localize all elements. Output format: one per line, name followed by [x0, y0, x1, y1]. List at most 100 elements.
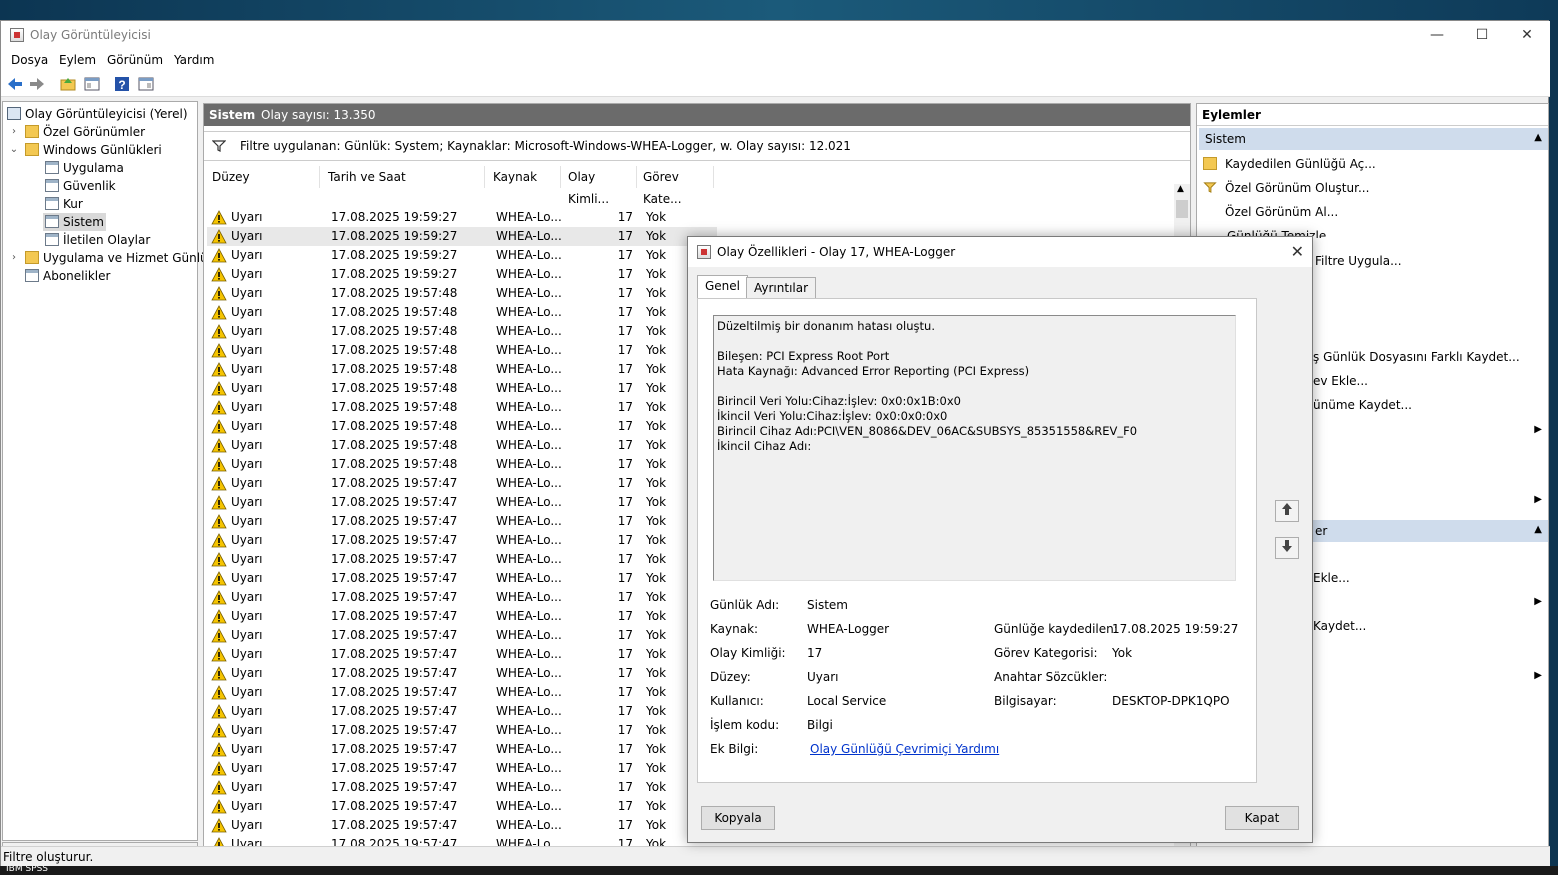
minimize-button[interactable]: — — [1415, 23, 1459, 47]
source-value: WHEA-Logger — [807, 622, 890, 636]
collapse-caret-icon[interactable]: ▲ — [1534, 132, 1542, 143]
expand-arrow-icon[interactable]: › — [9, 126, 19, 137]
table-row[interactable]: Uyarı 17.08.2025 19:57:48 WHEA-Lo... 17 Yok — [207, 360, 717, 379]
date-cell: 17.08.2025 19:57:47 — [331, 799, 458, 813]
table-row[interactable]: Uyarı 17.08.2025 19:57:48 WHEA-Lo... 17 Yok — [207, 398, 717, 417]
action-create-custom-view[interactable]: Özel Görünüm Oluştur... — [1203, 178, 1369, 198]
submenu-arrow-icon[interactable]: ▶ — [1534, 596, 1542, 607]
column-level[interactable]: Düzey — [207, 166, 320, 188]
back-arrow-icon[interactable] — [6, 75, 24, 93]
column-date-time[interactable]: Tarih ve Saat — [323, 166, 485, 188]
table-row[interactable]: Uyarı 17.08.2025 19:57:47 WHEA-Lo... 17 Yok — [207, 607, 717, 626]
collapse-caret-icon[interactable]: ▲ — [1534, 524, 1542, 535]
copy-button[interactable]: Kopyala — [701, 806, 775, 830]
tree-subscriptions[interactable]: Abonelikler — [25, 267, 110, 285]
tree-windows-logs[interactable]: Windows Günlükleri — [25, 141, 162, 159]
date-cell: 17.08.2025 19:59:27 — [331, 267, 458, 281]
table-row[interactable]: Uyarı 17.08.2025 19:57:47 WHEA-Lo... 17 Yok — [207, 740, 717, 759]
scroll-thumb[interactable] — [1176, 200, 1188, 218]
table-row[interactable]: Uyarı 17.08.2025 19:57:48 WHEA-Lo... 17 Yok — [207, 417, 717, 436]
action-save-log-as[interactable]: ş Günlük Dosyasını Farklı Kaydet... — [1313, 347, 1520, 367]
table-row[interactable]: Uyarı 17.08.2025 19:57:47 WHEA-Lo... 17 Yok — [207, 797, 717, 816]
table-row[interactable]: Uyarı 17.08.2025 19:59:27 WHEA-Lo... 17 Yok — [207, 265, 717, 284]
tree-log-application[interactable]: Uygulama — [45, 159, 124, 177]
show-hide-tree-icon[interactable] — [83, 75, 101, 93]
help-icon[interactable]: ? — [113, 75, 131, 93]
actions-section-system[interactable]: Sistem ▲ — [1199, 128, 1548, 150]
table-row[interactable]: Uyarı 17.08.2025 19:57:47 WHEA-Lo... 17 Yok — [207, 721, 717, 740]
table-row[interactable]: Uyarı 17.08.2025 19:57:47 WHEA-Lo... 17 Yok — [207, 759, 717, 778]
table-row[interactable]: Uyarı 17.08.2025 19:57:47 WHEA-Lo... 17 Yok — [207, 550, 717, 569]
source-cell: WHEA-Lo... — [496, 476, 562, 490]
table-row[interactable]: Uyarı 17.08.2025 19:57:47 WHEA-Lo... 17 Yok — [207, 531, 717, 550]
table-row[interactable]: Uyarı 17.08.2025 19:57:47 WHEA-Lo... 17 Yok — [207, 569, 717, 588]
event-description[interactable]: Düzeltilmiş bir donanım hatası oluştu. B… — [713, 315, 1236, 581]
table-row[interactable]: Uyarı 17.08.2025 19:57:48 WHEA-Lo... 17 Yok — [207, 341, 717, 360]
tree-custom-views[interactable]: Özel Görünümler — [25, 123, 145, 141]
tab-general[interactable]: Genel — [697, 275, 749, 299]
dialog-close-icon[interactable]: ✕ — [1291, 242, 1304, 261]
submenu-arrow-icon[interactable]: ▶ — [1534, 670, 1542, 681]
maximize-button[interactable]: ☐ — [1460, 23, 1504, 47]
action-save-to-view[interactable]: ünüme Kaydet... — [1313, 395, 1412, 415]
table-row[interactable]: Uyarı 17.08.2025 19:57:47 WHEA-Lo... 17 Yok — [207, 645, 717, 664]
forward-arrow-icon[interactable] — [28, 75, 46, 93]
table-row[interactable]: Uyarı 17.08.2025 19:57:47 WHEA-Lo... 17 Yok — [207, 626, 717, 645]
table-row[interactable]: Uyarı 17.08.2025 19:57:48 WHEA-Lo... 17 Yok — [207, 379, 717, 398]
action-add-task[interactable]: ev Ekle... — [1313, 371, 1368, 391]
table-row[interactable]: Uyarı 17.08.2025 19:57:47 WHEA-Lo... 17 Yok — [207, 664, 717, 683]
table-row[interactable]: Uyarı 17.08.2025 19:57:48 WHEA-Lo... 17 Yok — [207, 284, 717, 303]
table-row[interactable]: Uyarı 17.08.2025 19:57:47 WHEA-Lo... 17 Yok — [207, 588, 717, 607]
collapse-arrow-icon[interactable]: ⌄ — [9, 144, 19, 155]
table-row[interactable]: Uyarı 17.08.2025 19:57:47 WHEA-Lo... 17 Yok — [207, 778, 717, 797]
open-folder-icon[interactable] — [59, 75, 77, 93]
menu-action[interactable]: Eylem — [59, 53, 96, 67]
expand-arrow-icon[interactable]: › — [9, 252, 19, 263]
column-task-category[interactable]: Görev Kate... — [638, 166, 714, 206]
task-category-cell: Yok — [646, 457, 667, 471]
tree-log-setup[interactable]: Kur — [45, 195, 83, 213]
table-row[interactable]: Uyarı 17.08.2025 19:57:48 WHEA-Lo... 17 Yok — [207, 322, 717, 341]
tab-details[interactable]: Ayrıntılar — [746, 277, 817, 299]
show-hide-action-pane-icon[interactable] — [137, 75, 155, 93]
table-row[interactable]: Uyarı 17.08.2025 19:59:27 WHEA-Lo... 17 Yok — [207, 227, 717, 246]
log-icon — [45, 179, 59, 192]
tree-log-security[interactable]: Güvenlik — [45, 177, 116, 195]
action-open-saved-log[interactable]: Kaydedilen Günlüğü Aç... — [1203, 154, 1376, 174]
log-icon — [45, 161, 59, 174]
user-value: Local Service — [807, 694, 887, 708]
table-row[interactable]: Uyarı 17.08.2025 19:59:27 WHEA-Lo... 17 Yok — [207, 208, 717, 227]
online-help-link[interactable]: Olay Günlüğü Çevrimiçi Yardımı — [810, 742, 999, 756]
column-source[interactable]: Kaynak — [488, 166, 561, 188]
next-event-button[interactable] — [1275, 537, 1299, 559]
table-row[interactable]: Uyarı 17.08.2025 19:57:47 WHEA-Lo... 17 Yok — [207, 702, 717, 721]
column-event-id[interactable]: Olay Kimli... — [563, 166, 637, 206]
table-row[interactable]: Uyarı 17.08.2025 19:57:47 WHEA-Lo... 17 Yok — [207, 493, 717, 512]
close-button[interactable]: ✕ — [1505, 23, 1549, 47]
tree-app-service-logs[interactable]: Uygulama ve Hizmet Günlük — [25, 249, 215, 267]
table-row[interactable]: Uyarı 17.08.2025 19:57:48 WHEA-Lo... 17 Yok — [207, 455, 717, 474]
source-cell: WHEA-Lo... — [496, 381, 562, 395]
table-row[interactable]: Uyarı 17.08.2025 19:57:48 WHEA-Lo... 17 Yok — [207, 436, 717, 455]
menu-help[interactable]: Yardım — [174, 53, 214, 67]
submenu-arrow-icon[interactable]: ▶ — [1534, 494, 1542, 505]
menu-file[interactable]: Dosya — [11, 53, 48, 67]
table-row[interactable]: Uyarı 17.08.2025 19:59:27 WHEA-Lo... 17 Yok — [207, 246, 717, 265]
close-dialog-button[interactable]: Kapat — [1225, 806, 1299, 830]
menu-view[interactable]: Görünüm — [107, 53, 163, 67]
action-import-custom-view[interactable]: Özel Görünüm Al... — [1225, 202, 1338, 222]
tree-log-system[interactable]: Sistem — [43, 213, 106, 231]
tree-log-forwarded[interactable]: İletilen Olaylar — [45, 231, 150, 249]
action-save-selected[interactable]: Kaydet... — [1313, 616, 1366, 636]
tree-root[interactable]: Olay Görüntüleyicisi (Yerel) — [7, 105, 188, 123]
table-row[interactable]: Uyarı 17.08.2025 19:57:47 WHEA-Lo... 17 Yok — [207, 474, 717, 493]
table-row[interactable]: Uyarı 17.08.2025 19:57:47 WHEA-Lo... 17 Yok — [207, 683, 717, 702]
previous-event-button[interactable] — [1275, 500, 1299, 522]
submenu-arrow-icon[interactable]: ▶ — [1534, 424, 1542, 435]
action-filter-log[interactable]: Filtre Uygula... — [1315, 251, 1402, 271]
action-attach-task[interactable]: Ekle... — [1313, 568, 1350, 588]
table-row[interactable]: Uyarı 17.08.2025 19:57:47 WHEA-Lo... 17 Yok — [207, 512, 717, 531]
table-row[interactable]: Uyarı 17.08.2025 19:57:47 WHEA-Lo... 17 Yok — [207, 816, 717, 835]
scroll-up-icon[interactable]: ▲ — [1177, 184, 1184, 194]
table-row[interactable]: Uyarı 17.08.2025 19:57:48 WHEA-Lo... 17 Yok — [207, 303, 717, 322]
